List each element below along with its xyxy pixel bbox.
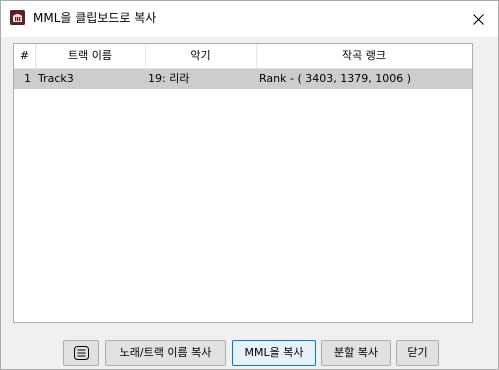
column-header-instrument[interactable]: 악기	[145, 44, 256, 68]
close-icon	[472, 13, 484, 25]
list-options-button[interactable]	[63, 340, 99, 366]
column-header-number[interactable]: #	[14, 44, 35, 68]
row-track-name: Track3	[38, 72, 74, 85]
list-header: # 트랙 이름 악기 작곡 랭크	[14, 44, 472, 69]
app-icon	[10, 10, 25, 25]
column-header-composition-rank[interactable]: 작곡 랭크	[256, 44, 472, 68]
copy-song-track-name-button[interactable]: 노래/트랙 이름 복사	[105, 340, 226, 366]
title-bar: MML을 클립보드로 복사	[1, 1, 498, 37]
row-number: 1	[24, 72, 31, 85]
window-title: MML을 클립보드로 복사	[33, 11, 157, 25]
copy-mml-button[interactable]: MML을 복사	[232, 340, 316, 366]
column-header-track-name[interactable]: 트랙 이름	[35, 44, 145, 68]
row-composition-rank: Rank - ( 3403, 1379, 1006 )	[259, 72, 411, 85]
close-button[interactable]: 닫기	[396, 340, 439, 366]
row-instrument: 19: 리라	[148, 72, 190, 85]
copy-mml-dialog: MML을 클립보드로 복사 # 트랙 이름 악기 작곡 랭크 1 Track3 …	[0, 0, 499, 370]
split-copy-button[interactable]: 분할 복사	[321, 340, 391, 366]
track-list[interactable]: # 트랙 이름 악기 작곡 랭크 1 Track3 19: 리라 Rank - …	[13, 43, 473, 323]
table-row[interactable]: 1 Track3 19: 리라 Rank - ( 3403, 1379, 100…	[14, 69, 472, 89]
close-window-button[interactable]	[463, 5, 493, 33]
